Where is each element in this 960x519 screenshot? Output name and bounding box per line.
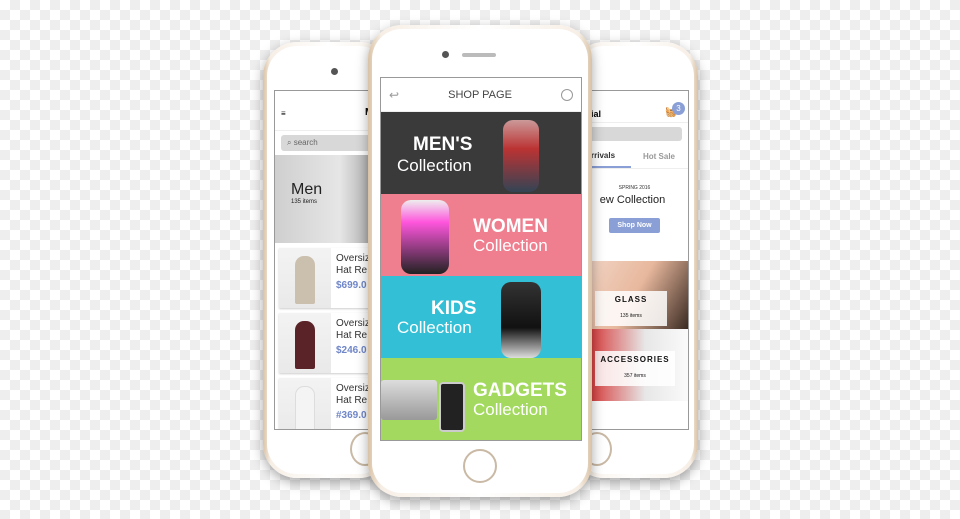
menu-icon[interactable]: ≡	[281, 109, 286, 118]
phone-image	[439, 382, 465, 432]
model-image	[501, 282, 541, 358]
product-image	[279, 248, 331, 308]
page-title: SHOP PAGE	[448, 88, 512, 101]
search-input[interactable]: ⌕ search	[281, 135, 377, 151]
tab-hot-sale[interactable]: Hot Sale	[643, 152, 675, 161]
product-image	[279, 313, 331, 373]
glass-tile[interactable]: GLASS 135 items	[581, 261, 688, 329]
search-icon: ⌕	[287, 138, 294, 147]
user-icon[interactable]	[560, 88, 573, 101]
back-arrow-icon[interactable]: ↩	[389, 88, 399, 102]
laptop-image	[381, 380, 437, 420]
model-image	[503, 120, 539, 192]
model-image	[401, 200, 449, 274]
banner-women[interactable]: WOMEN Collection	[381, 194, 581, 276]
product-image	[279, 378, 331, 429]
search-input[interactable]	[587, 127, 682, 141]
product-item[interactable]: Oversiz Hat Re $246.0	[279, 313, 379, 373]
banner-kids[interactable]: KIDS Collection	[381, 276, 581, 358]
banner-mens[interactable]: MEN'S Collection	[381, 112, 581, 194]
product-item[interactable]: Oversiz Hat Re $699.0	[279, 248, 379, 308]
center-screen: ↩ SHOP PAGE MEN'S Collection WOMEN Colle…	[380, 77, 582, 441]
product-item[interactable]: Oversiz Hat Re #369.0	[279, 378, 379, 429]
category-hero[interactable]: Men 135 items	[275, 155, 383, 243]
screen-title: ial	[591, 109, 602, 119]
cart-badge: 3	[672, 102, 685, 115]
right-screen: ial 🧺 3 rrivals Hot Sale SPRING 2016 ew C…	[580, 90, 689, 430]
home-button[interactable]	[463, 449, 497, 483]
accessories-tile[interactable]: ACCESSORIES 357 items	[581, 329, 688, 401]
shop-now-button[interactable]: Shop Now	[609, 218, 660, 233]
banner-gadgets[interactable]: GADGETS Collection	[381, 358, 581, 440]
